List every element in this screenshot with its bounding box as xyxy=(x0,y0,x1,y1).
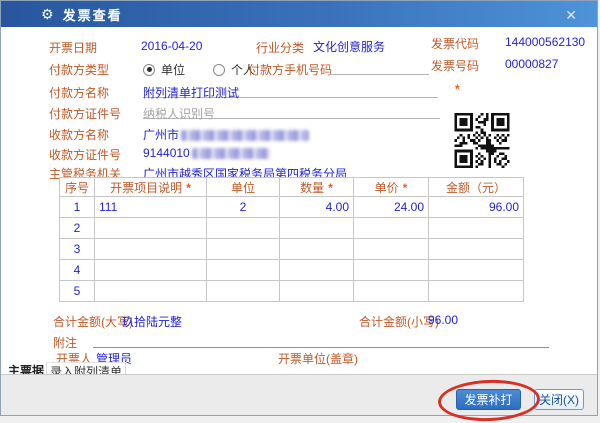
total-figures-value: 96.00 xyxy=(428,313,458,327)
cell-qty xyxy=(280,281,354,302)
invoice-code-label: 发票代码 xyxy=(431,35,479,52)
dialog-content: 开票日期 2016-04-20 行业分类 文化创意服务 发票代码 1440005… xyxy=(1,27,597,374)
payer-type-label: 付款方类型 xyxy=(49,61,109,78)
reprint-invoice-button[interactable]: 发票补打 xyxy=(456,389,521,410)
cell-price xyxy=(354,260,429,281)
redacted-text xyxy=(181,130,309,141)
cell-amount: 96.00 xyxy=(429,197,524,218)
cell-qty xyxy=(280,260,354,281)
cell-unit xyxy=(207,281,280,302)
gear-icon: ⚙ xyxy=(41,7,54,21)
table-row: 4 xyxy=(60,260,524,281)
payee-name-value: 广州市 xyxy=(143,126,309,143)
items-table-body: 111124.0024.0096.002345 xyxy=(60,197,524,302)
cell-desc: 111 xyxy=(95,197,207,218)
cell-price: 24.00 xyxy=(354,197,429,218)
table-row: 2 xyxy=(60,218,524,239)
cell-desc xyxy=(95,239,207,260)
cell-unit xyxy=(207,218,280,239)
col-header-qty: 数量* xyxy=(280,178,354,197)
payer-name-label: 付款方名称 xyxy=(49,84,109,101)
cell-price xyxy=(354,239,429,260)
close-button[interactable]: 关闭(X) xyxy=(534,389,584,410)
cell-no: 5 xyxy=(60,281,95,302)
col-header-no: 序号 xyxy=(60,178,95,197)
table-header-row: 序号 开票项目说明* 单位 数量* 单价* 金额（元） xyxy=(60,178,524,197)
industry-label: 行业分类 xyxy=(256,39,304,56)
title-bar: ⚙ 发票查看 ✕ xyxy=(1,1,597,27)
cell-amount xyxy=(429,281,524,302)
payee-name-label: 收款方名称 xyxy=(49,126,109,143)
cell-desc xyxy=(95,218,207,239)
total-figures-label: 合计金额(小写) xyxy=(359,313,439,330)
cell-amount xyxy=(429,218,524,239)
dialog-title: 发票查看 xyxy=(63,5,123,24)
cell-amount xyxy=(429,239,524,260)
payer-id-placeholder: 纳税人识别号 xyxy=(143,105,215,122)
notes-input[interactable] xyxy=(93,333,549,348)
col-header-price: 单价* xyxy=(354,178,429,197)
items-table: 序号 开票项目说明* 单位 数量* 单价* 金额（元） 111124.0024.… xyxy=(59,177,524,302)
qr-code xyxy=(453,113,511,168)
table-row: 3 xyxy=(60,239,524,260)
cell-desc xyxy=(95,260,207,281)
table-row: 5 xyxy=(60,281,524,302)
redacted-text xyxy=(192,148,270,159)
cell-no: 2 xyxy=(60,218,95,239)
radio-unit-label: 单位 xyxy=(161,61,185,78)
payer-id-label: 付款方证件号 xyxy=(49,105,121,122)
industry-value: 文化创意服务 xyxy=(313,38,385,55)
payer-name-required-mark: * xyxy=(455,82,460,96)
cell-price xyxy=(354,281,429,302)
payer-mobile-input[interactable] xyxy=(329,61,429,75)
payee-id-value: 9144010 xyxy=(143,146,270,160)
radio-unit[interactable] xyxy=(143,64,155,76)
total-words-label: 合计金额(大写) xyxy=(53,313,133,330)
cell-qty xyxy=(280,239,354,260)
col-header-unit: 单位 xyxy=(207,178,280,197)
payer-name-value: 附列清单打印测试 xyxy=(143,84,239,101)
cell-no: 1 xyxy=(60,197,95,218)
cell-price xyxy=(354,218,429,239)
cell-qty: 4.00 xyxy=(280,197,354,218)
invoice-date-label: 开票日期 xyxy=(49,39,97,56)
col-header-desc: 开票项目说明* xyxy=(95,178,207,197)
radio-individual[interactable] xyxy=(213,64,225,76)
invoice-code-value: 144000562130 xyxy=(505,35,585,49)
invoice-date-value: 2016-04-20 xyxy=(141,39,202,53)
cell-unit: 2 xyxy=(207,197,280,218)
cell-unit xyxy=(207,260,280,281)
table-row: 111124.0024.0096.00 xyxy=(60,197,524,218)
payer-type-radio-group: 单位 个人 xyxy=(143,61,255,78)
invoice-number-value: 00000827 xyxy=(505,57,558,71)
payee-id-label: 收款方证件号 xyxy=(49,146,121,163)
cell-desc xyxy=(95,281,207,302)
cell-no: 3 xyxy=(60,239,95,260)
close-icon[interactable]: ✕ xyxy=(561,5,581,26)
payer-mobile-label: 付款方手机号码 xyxy=(248,61,332,78)
col-header-amount: 金额（元） xyxy=(429,178,524,197)
cell-amount xyxy=(429,260,524,281)
cell-no: 4 xyxy=(60,260,95,281)
issuing-unit-label: 开票单位(盖章) xyxy=(278,350,358,367)
total-words-value: 玖拾陆元整 xyxy=(122,313,182,330)
invoice-view-dialog: ⚙ 发票查看 ✕ 开票日期 2016-04-20 行业分类 文化创意服务 发票代… xyxy=(0,0,598,416)
invoice-number-label: 发票号码 xyxy=(431,57,479,74)
cell-qty xyxy=(280,218,354,239)
cell-unit xyxy=(207,239,280,260)
notes-label: 附注 xyxy=(53,334,77,351)
